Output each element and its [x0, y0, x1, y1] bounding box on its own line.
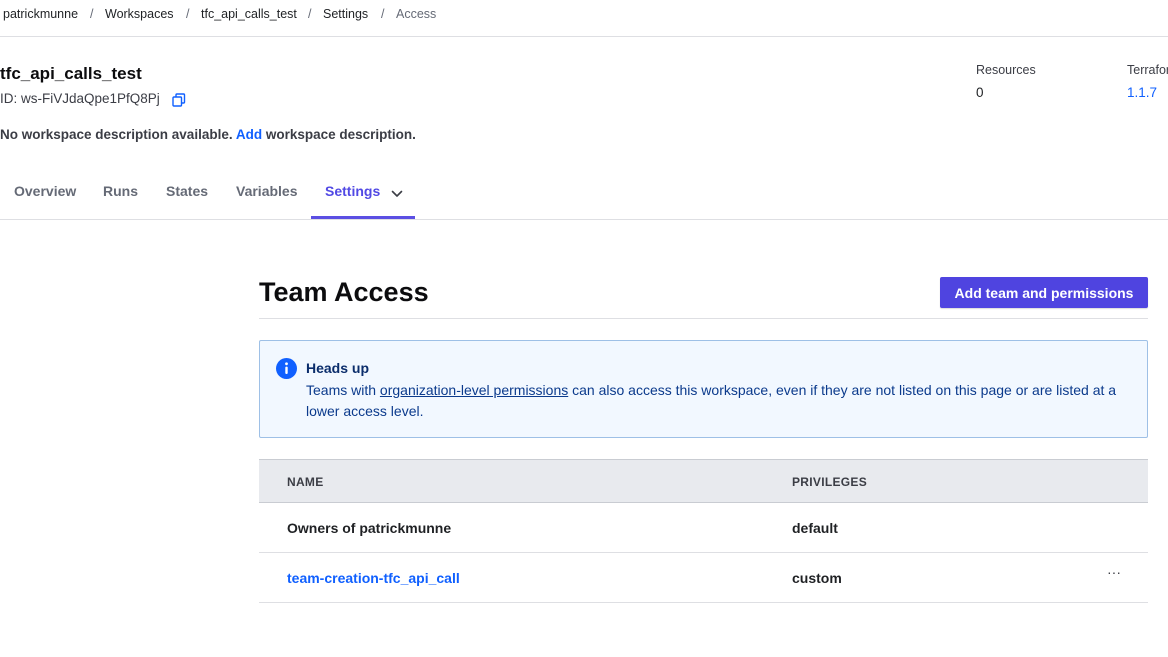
table-row: Owners of patrickmunne default — [259, 503, 1148, 553]
workspace-tabs: Overview Runs States Variables Settings — [0, 165, 1168, 220]
tab-states[interactable]: States — [166, 183, 208, 199]
copy-icon[interactable] — [172, 93, 186, 107]
breadcrumb-settings[interactable]: Settings — [323, 7, 368, 21]
breadcrumb-current: Access — [396, 7, 437, 21]
page-title: Team Access — [259, 277, 429, 307]
breadcrumb-workspace[interactable]: tfc_api_calls_test — [201, 7, 297, 21]
chevron-down-icon[interactable] — [391, 186, 403, 197]
add-team-button[interactable]: Add team and permissions — [940, 277, 1148, 308]
tab-overview[interactable]: Overview — [14, 183, 76, 199]
heads-up-alert: Heads up Teams with organization-level p… — [259, 340, 1148, 438]
add-description-link[interactable]: Add — [236, 127, 262, 142]
workspace-description-prefix: No workspace description available. — [0, 127, 233, 142]
info-icon — [276, 358, 297, 379]
table-row: team-creation-tfc_api_call custom ··· — [259, 553, 1148, 603]
column-header-privileges[interactable]: PRIVILEGES — [792, 475, 867, 489]
tab-runs[interactable]: Runs — [103, 183, 138, 199]
workspace-id: ID: ws-FiVJdaQpe1PfQ8Pj — [0, 91, 160, 106]
table-header: NAME PRIVILEGES — [259, 459, 1148, 503]
terraform-version-link[interactable]: 1.1.7 — [1127, 85, 1157, 100]
more-actions-icon[interactable]: ··· — [1107, 564, 1121, 580]
column-header-name[interactable]: NAME — [287, 475, 324, 489]
breadcrumb-workspaces[interactable]: Workspaces — [105, 7, 174, 21]
breadcrumb: patrickmunne / Workspaces / tfc_api_call… — [0, 0, 1168, 37]
workspace-title: tfc_api_calls_test — [0, 64, 142, 83]
terraform-version-label: Terrafor — [1127, 63, 1168, 77]
tab-settings[interactable]: Settings — [325, 183, 380, 199]
alert-body: Teams with organization-level permission… — [306, 380, 1136, 422]
workspace-description: No workspace description available. Add … — [0, 127, 416, 142]
active-tab-indicator — [311, 216, 415, 219]
team-privileges: default — [792, 520, 838, 536]
breadcrumb-separator: / — [308, 7, 312, 21]
resources-label: Resources — [976, 63, 1036, 77]
team-name: Owners of patrickmunne — [287, 520, 452, 536]
organization-permissions-link[interactable]: organization-level permissions — [380, 382, 568, 398]
workspace-description-suffix: workspace description. — [265, 127, 416, 142]
team-access-table: NAME PRIVILEGES Owners of patrickmunne d… — [259, 459, 1148, 603]
team-privileges: custom — [792, 570, 842, 586]
alert-body-prefix: Teams with — [306, 382, 377, 398]
tab-variables[interactable]: Variables — [236, 183, 298, 199]
breadcrumb-separator: / — [186, 7, 190, 21]
team-name-link[interactable]: team-creation-tfc_api_call — [287, 570, 460, 586]
divider — [259, 318, 1148, 319]
breadcrumb-separator: / — [381, 7, 385, 21]
alert-title: Heads up — [306, 360, 370, 376]
breadcrumb-separator: / — [90, 7, 94, 21]
resources-value: 0 — [976, 85, 984, 100]
breadcrumb-org[interactable]: patrickmunne — [3, 7, 78, 21]
